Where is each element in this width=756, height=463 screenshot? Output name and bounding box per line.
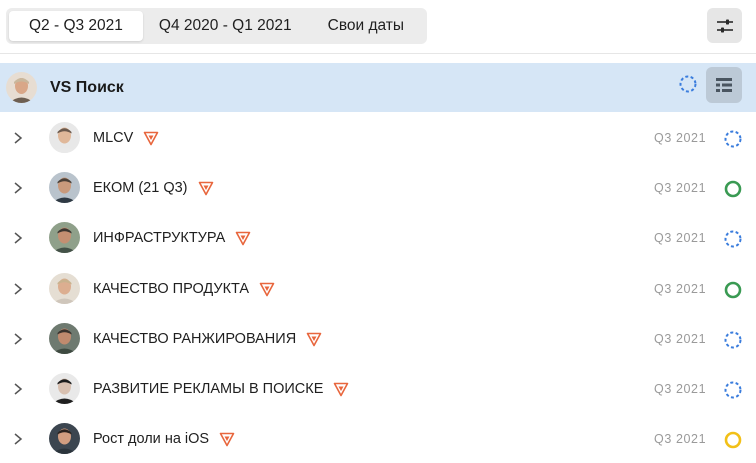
row-period: Q3 2021 [654,281,707,296]
row-period: Q3 2021 [654,131,707,145]
row-period: Q3 2021 [654,432,707,447]
row-title-text: РАЗВИТИЕ РЕКЛАМЫ В ПОИСКЕ [93,381,324,397]
chevron-right-icon[interactable] [12,281,24,297]
group-row[interactable]: VS Поиск [0,63,756,112]
avatar [6,72,37,103]
period-tabs: Q2 - Q3 2021 Q4 2020 - Q1 2021 Свои даты [6,8,428,44]
group-title: VS Поиск [50,78,124,96]
green-circle-icon[interactable] [723,179,743,199]
goal-triangle-icon [334,382,349,397]
list-item[interactable]: РАЗВИТИЕ РЕКЛАМЫ В ПОИСКЕ Q3 2021 [0,364,756,414]
list-item[interactable]: ИНФРАСТРУКТУРА Q3 2021 [0,213,756,263]
avatar [49,373,80,404]
avatar [49,222,80,254]
list-item[interactable]: ЕКОМ (21 Q3) Q3 2021 [0,163,756,213]
goal-triangle-icon [306,332,322,347]
filter-settings-button[interactable] [707,8,742,43]
row-title: ЕКОМ (21 Q3) [93,163,214,213]
avatar [49,322,80,354]
row-title: MLCV [93,113,159,163]
chevron-right-icon[interactable] [12,130,24,146]
list-view-icon [716,78,732,92]
row-title: РАЗВИТИЕ РЕКЛАМЫ В ПОИСКЕ [93,364,349,414]
row-title-text: Рост доли на iOS [93,431,210,448]
tab-q2-q3-2021[interactable]: Q2 - Q3 2021 [9,11,143,41]
avatar [49,423,80,455]
goal-triangle-icon [235,232,251,246]
dashed-circle-icon[interactable] [723,229,743,249]
list-item[interactable]: КАЧЕСТВО ПРОДУКТА Q3 2021 [0,264,756,314]
avatar [49,122,80,153]
avatar [49,172,80,204]
row-period: Q3 2021 [654,382,707,396]
list-view-button[interactable] [706,67,742,103]
dashed-circle-icon[interactable] [723,380,743,400]
chevron-right-icon[interactable] [12,331,24,347]
goal-triangle-icon [143,131,159,146]
row-title: ИНФРАСТРУКТУРА [93,213,251,263]
row-period: Q3 2021 [654,181,707,196]
row-period: Q3 2021 [654,231,707,246]
top-bar: Q2 - Q3 2021 Q4 2020 - Q1 2021 Свои даты [0,0,756,54]
list-item[interactable]: Рост доли на iOS Q3 2021 [0,414,756,463]
row-title-text: КАЧЕСТВО ПРОДУКТА [93,280,250,297]
avatar [49,272,80,304]
dashed-circle-icon[interactable] [723,129,743,149]
chevron-right-icon[interactable] [12,230,24,246]
tab-custom-dates[interactable]: Свои даты [308,11,424,41]
goal-triangle-icon [219,432,235,447]
row-title-text: КАЧЕСТВО РАНЖИРОВАНИЯ [93,330,297,347]
row-title: КАЧЕСТВО РАНЖИРОВАНИЯ [93,314,322,364]
tab-q4-2020-q1-2021[interactable]: Q4 2020 - Q1 2021 [143,11,308,41]
dashed-circle-icon[interactable] [723,330,743,350]
green-circle-icon[interactable] [723,280,743,300]
sliders-icon [716,19,733,32]
row-title: КАЧЕСТВО ПРОДУКТА [93,264,275,314]
row-title-text: ЕКОМ (21 Q3) [93,180,188,197]
chevron-right-icon[interactable] [12,431,24,447]
row-title-text: MLCV [93,130,134,146]
row-title: Рост доли на iOS [93,414,235,463]
row-period: Q3 2021 [654,331,707,346]
list-item[interactable]: MLCV Q3 2021 [0,113,756,163]
goal-triangle-icon [259,282,275,296]
chevron-right-icon[interactable] [12,381,24,397]
row-title-text: ИНФРАСТРУКТУРА [93,230,226,247]
goal-triangle-icon [198,181,213,196]
list-item[interactable]: КАЧЕСТВО РАНЖИРОВАНИЯ Q3 2021 [0,314,756,364]
dashed-circle-icon [678,74,698,99]
yellow-circle-icon[interactable] [723,430,743,450]
chevron-right-icon[interactable] [12,180,24,196]
